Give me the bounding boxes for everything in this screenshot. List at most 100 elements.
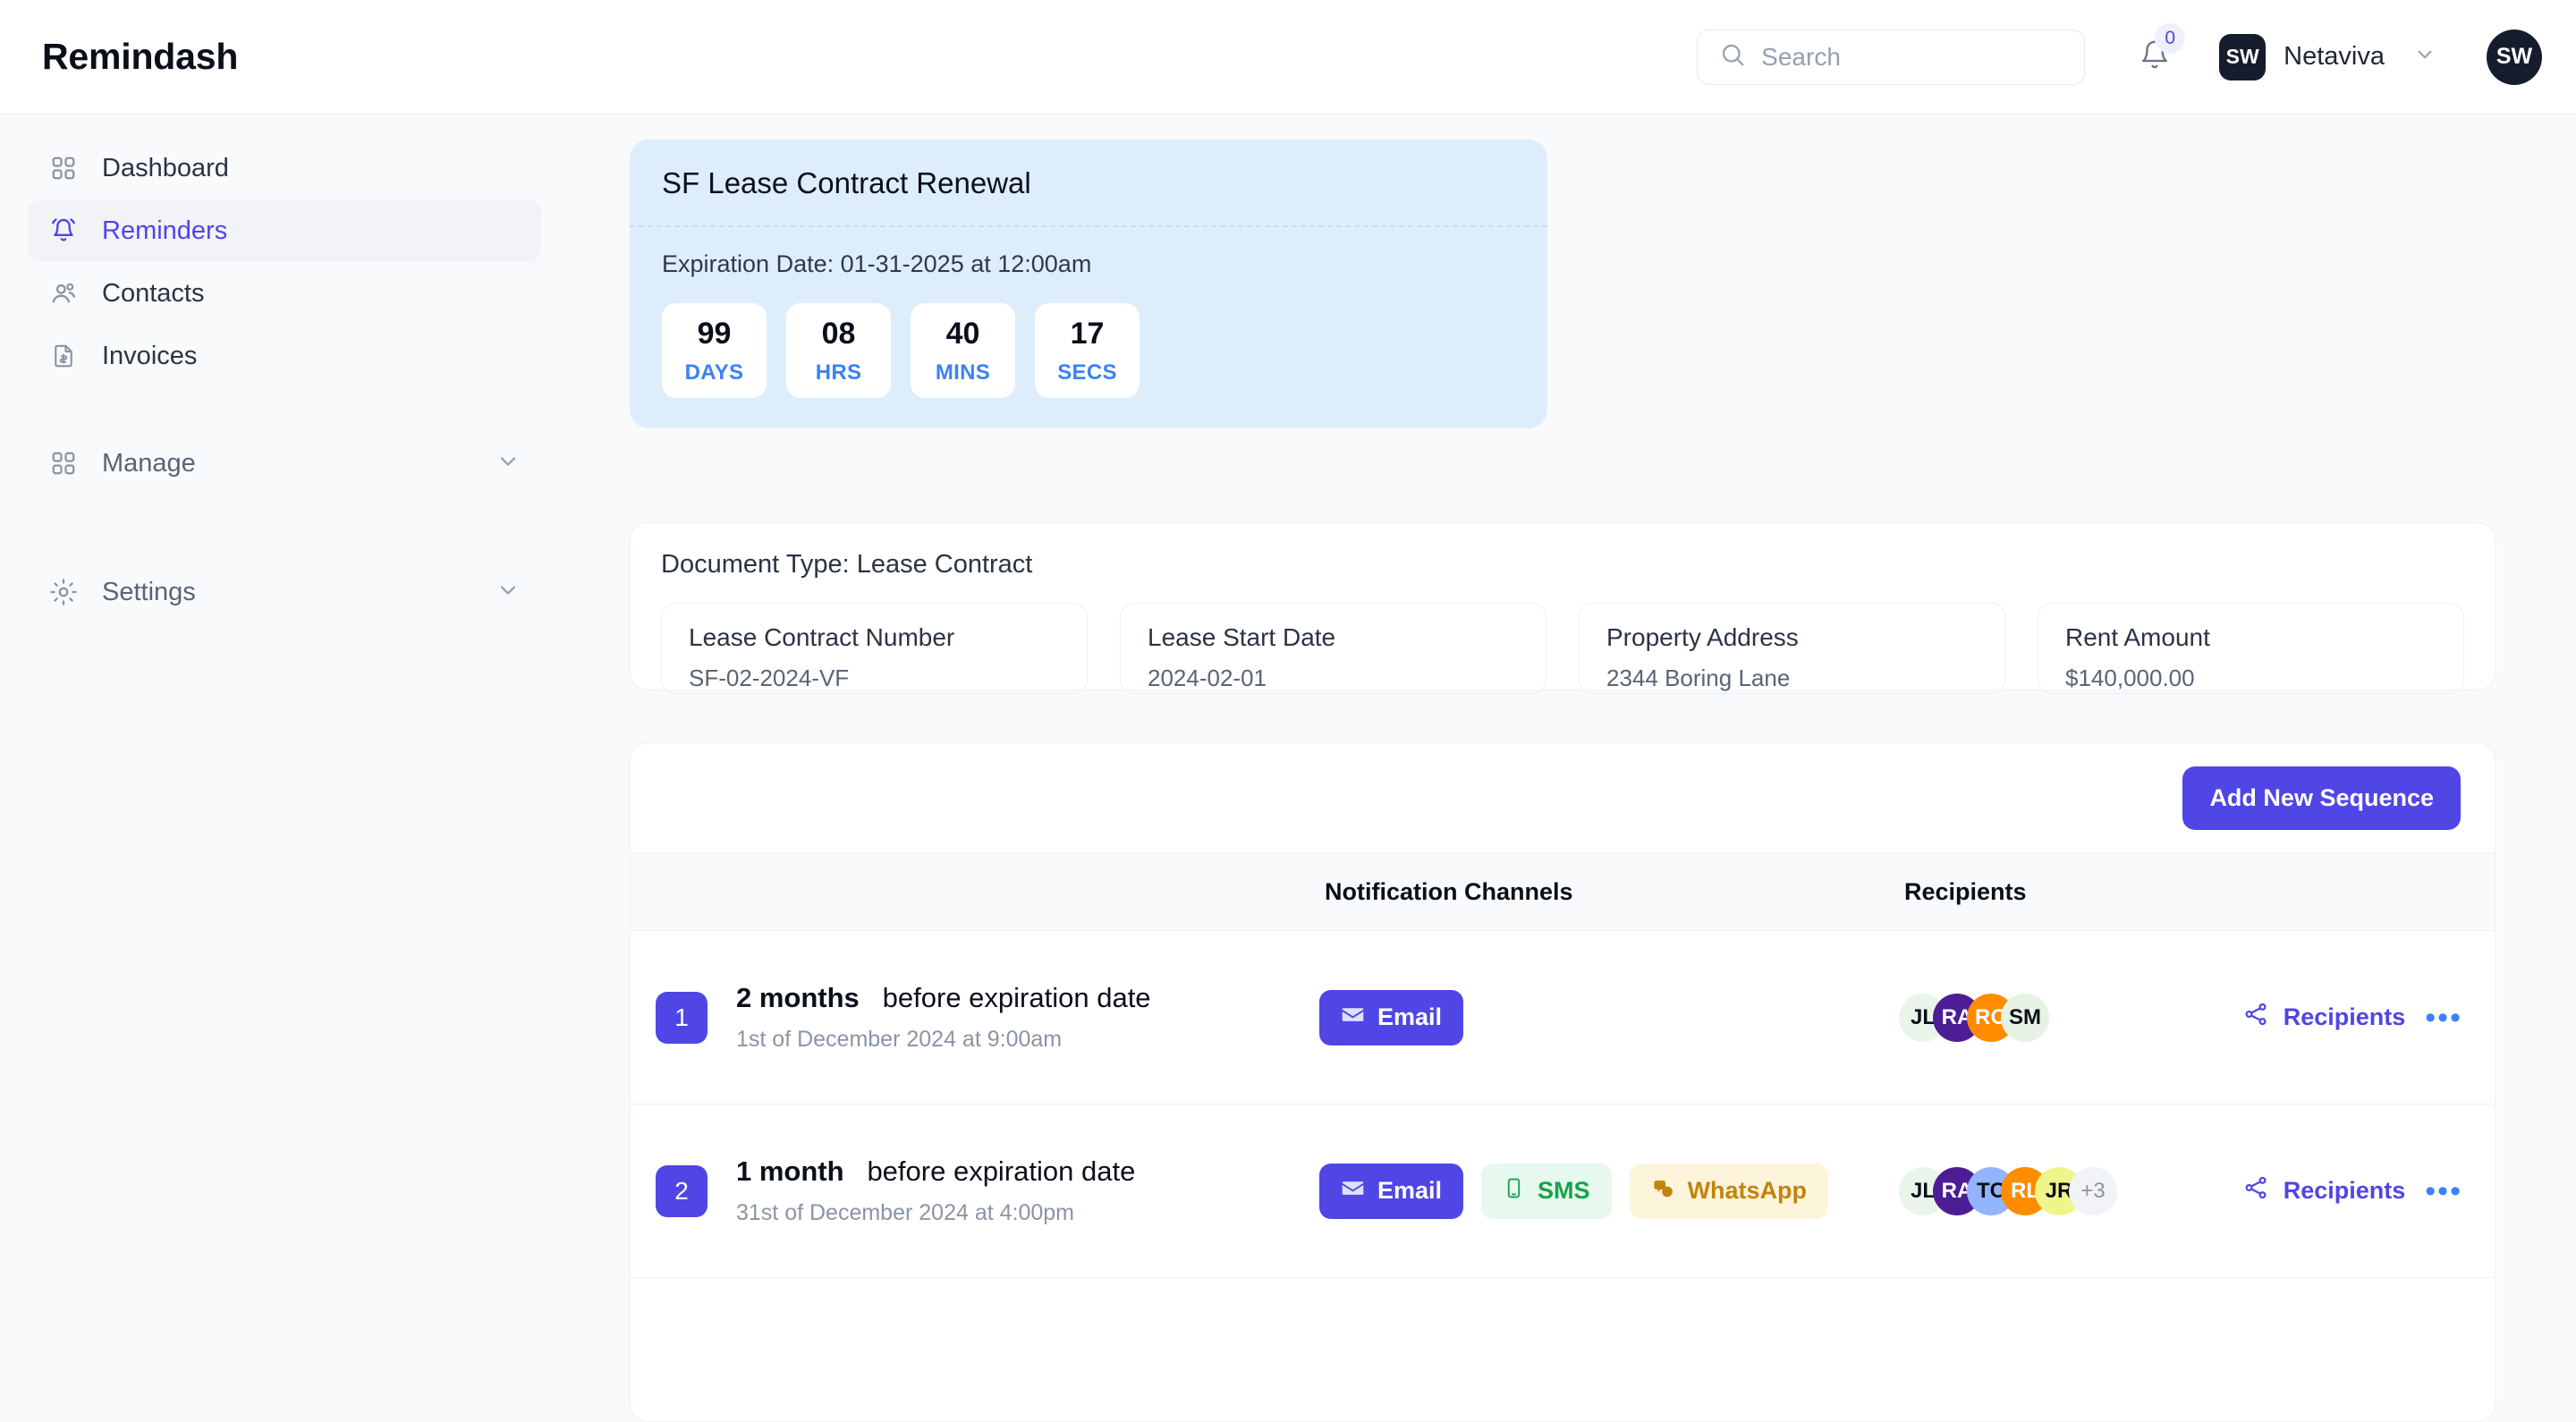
avatar-overflow-count: +3 bbox=[2069, 1166, 2117, 1215]
sequence-offset-suffix: before expiration date bbox=[882, 982, 1151, 1013]
envelope-icon bbox=[1341, 1176, 1365, 1206]
recipients-button[interactable]: Recipients bbox=[2242, 1174, 2406, 1207]
app-logo: Remindash bbox=[42, 36, 239, 77]
sequence-schedule: 2 months before expiration date 1st of D… bbox=[736, 982, 1151, 1053]
sidebar-item-contacts[interactable]: Contacts bbox=[28, 262, 541, 325]
page-title: SF Lease Contract Renewal bbox=[630, 140, 1547, 227]
field-lease-contract-number: Lease Contract Number SF-02-2024-VF bbox=[661, 603, 1088, 694]
more-options-icon[interactable]: ••• bbox=[2425, 1003, 2462, 1033]
sidebar: Dashboard Reminders Contacts Invoices Ma… bbox=[0, 114, 569, 1392]
sequence-schedule: 1 month before expiration date 31st of D… bbox=[736, 1155, 1135, 1226]
sequence-order-badge: 1 bbox=[656, 991, 708, 1044]
countdown-label: DAYS bbox=[684, 360, 744, 385]
channel-label: WhatsApp bbox=[1687, 1177, 1808, 1204]
top-bar: Remindash Search 0 SW Netaviva SW bbox=[0, 0, 2576, 114]
field-label: Lease Contract Number bbox=[689, 623, 955, 651]
sidebar-group-manage[interactable]: Manage bbox=[28, 432, 541, 495]
countdown-unit-secs: 17 SECS bbox=[1035, 303, 1140, 398]
chevron-down-icon bbox=[496, 578, 521, 607]
sidebar-item-label: Reminders bbox=[102, 216, 228, 245]
invoice-icon bbox=[48, 341, 79, 371]
search-placeholder: Search bbox=[1761, 42, 1841, 71]
notification-channels: Email SMS WhatsApp bbox=[1319, 1163, 1829, 1219]
sequence-order-badge: 2 bbox=[656, 1164, 708, 1217]
org-switcher[interactable]: SW Netaviva bbox=[2219, 33, 2436, 80]
field-label: Rent Amount bbox=[2065, 623, 2210, 651]
sequences-table-header: Notification Channels Recipients bbox=[631, 852, 2495, 931]
channel-chip-email[interactable]: Email bbox=[1319, 1163, 1464, 1219]
sequence-offset: 1 month bbox=[736, 1155, 844, 1187]
org-avatar: SW bbox=[2219, 33, 2267, 80]
users-icon bbox=[48, 278, 79, 309]
field-property-address: Property Address 2344 Boring Lane bbox=[1579, 603, 2005, 694]
channel-chip-sms[interactable]: SMS bbox=[1481, 1163, 1612, 1219]
notification-count-badge: 0 bbox=[2155, 22, 2186, 54]
countdown-card: SF Lease Contract Renewal Expiration Dat… bbox=[630, 140, 1547, 428]
recipients-label: Recipients bbox=[2283, 1177, 2406, 1204]
sequences-card: Add New Sequence Notification Channels R… bbox=[630, 742, 2496, 1422]
field-value: 2344 Boring Lane bbox=[1606, 664, 1791, 691]
notification-channels: Email bbox=[1319, 989, 1464, 1045]
share-icon bbox=[2242, 1001, 2269, 1034]
sidebar-item-dashboard[interactable]: Dashboard bbox=[28, 137, 541, 199]
table-row[interactable]: 1 2 months before expiration date 1st of… bbox=[631, 931, 2495, 1105]
sidebar-item-reminders[interactable]: Reminders bbox=[28, 199, 541, 262]
countdown-body: Expiration Date: 01-31-2025 at 12:00am 9… bbox=[630, 227, 1547, 428]
phone-icon bbox=[1503, 1177, 1525, 1206]
countdown-label: MINS bbox=[935, 360, 991, 385]
top-bar-right: Search 0 SW Netaviva SW bbox=[1697, 22, 2542, 85]
sidebar-group-label: Settings bbox=[102, 577, 196, 606]
row-actions: Recipients ••• bbox=[2242, 1174, 2462, 1207]
document-fields: Lease Contract Number SF-02-2024-VF Leas… bbox=[661, 603, 2464, 694]
sequences-toolbar: Add New Sequence bbox=[631, 743, 2495, 852]
sequence-scheduled-date: 31st of December 2024 at 4:00pm bbox=[736, 1200, 1075, 1225]
document-type: Document Type: Lease Contract bbox=[661, 550, 1033, 579]
chevron-down-icon bbox=[496, 449, 521, 478]
share-icon bbox=[2242, 1174, 2269, 1207]
chevron-down-icon bbox=[2413, 43, 2436, 71]
avatar: SM bbox=[2001, 993, 2049, 1042]
countdown-timers: 99 DAYS 08 HRS 40 MINS 17 SECS bbox=[662, 303, 1515, 398]
field-label: Lease Start Date bbox=[1148, 623, 1336, 651]
countdown-value: 17 bbox=[1070, 316, 1105, 351]
search-input[interactable]: Search bbox=[1697, 29, 2086, 85]
recipients-button[interactable]: Recipients bbox=[2242, 1001, 2405, 1034]
sidebar-item-label: Invoices bbox=[102, 341, 198, 370]
field-rent-amount: Rent Amount $140,000.00 bbox=[2038, 603, 2464, 694]
row-actions: Recipients ••• bbox=[2242, 1001, 2462, 1034]
gear-icon bbox=[48, 577, 79, 607]
channel-label: Email bbox=[1377, 1177, 1443, 1204]
avatar[interactable]: SW bbox=[2487, 29, 2542, 85]
field-label: Property Address bbox=[1606, 623, 1799, 651]
sidebar-item-label: Dashboard bbox=[102, 153, 229, 182]
search-icon bbox=[1719, 41, 1746, 72]
channel-label: SMS bbox=[1538, 1177, 1590, 1204]
whatsapp-icon bbox=[1651, 1176, 1675, 1206]
channel-label: Email bbox=[1377, 1003, 1443, 1030]
notifications-button[interactable]: 0 bbox=[2131, 22, 2186, 82]
grid-icon bbox=[48, 153, 79, 183]
add-new-sequence-button[interactable]: Add New Sequence bbox=[2182, 766, 2461, 830]
recipient-avatars[interactable]: JL RA RO SM bbox=[1899, 993, 2049, 1042]
countdown-label: HRS bbox=[815, 360, 862, 385]
countdown-value: 99 bbox=[697, 316, 732, 351]
sidebar-group-settings[interactable]: Settings bbox=[28, 561, 541, 623]
sidebar-item-label: Contacts bbox=[102, 278, 205, 308]
channel-chip-email[interactable]: Email bbox=[1319, 989, 1464, 1045]
countdown-unit-mins: 40 MINS bbox=[911, 303, 1015, 398]
countdown-value: 40 bbox=[945, 316, 980, 351]
sequence-offset: 2 months bbox=[736, 982, 860, 1013]
column-header-channels: Notification Channels bbox=[1325, 877, 1573, 905]
more-options-icon[interactable]: ••• bbox=[2425, 1176, 2462, 1206]
sidebar-item-invoices[interactable]: Invoices bbox=[28, 325, 541, 387]
sequence-offset-suffix: before expiration date bbox=[867, 1155, 1136, 1187]
sequence-offset-line: 2 months before expiration date bbox=[736, 982, 1151, 1014]
field-value: $140,000.00 bbox=[2065, 664, 2195, 691]
recipient-avatars[interactable]: JL RA TC RL JR +3 bbox=[1899, 1166, 2117, 1215]
countdown-label: SECS bbox=[1057, 360, 1117, 385]
table-row[interactable]: 2 1 month before expiration date 31st of… bbox=[631, 1105, 2495, 1278]
countdown-value: 08 bbox=[821, 316, 856, 351]
channel-chip-whatsapp[interactable]: WhatsApp bbox=[1629, 1163, 1829, 1219]
column-header-recipients: Recipients bbox=[1904, 877, 2027, 905]
field-lease-start-date: Lease Start Date 2024-02-01 bbox=[1120, 603, 1546, 694]
